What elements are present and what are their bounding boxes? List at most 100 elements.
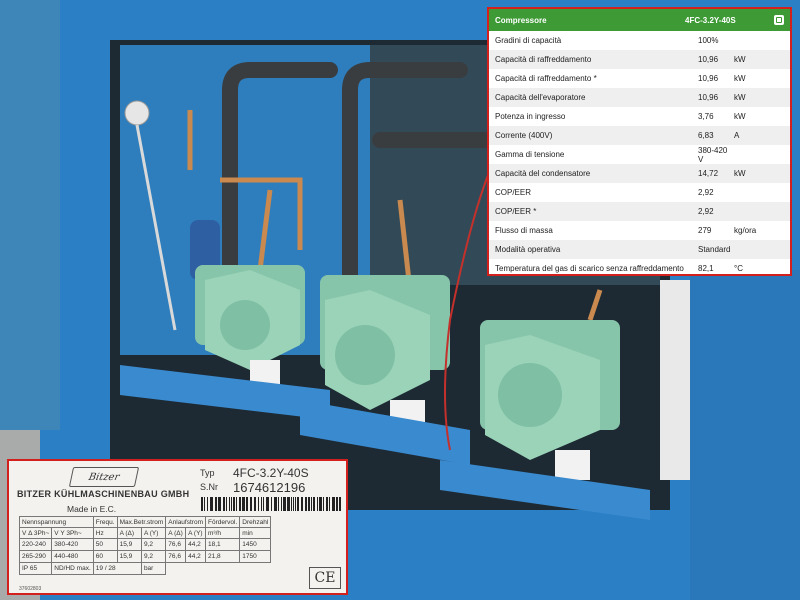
barcode-bar — [291, 497, 292, 511]
table-cell: 60 — [92, 550, 118, 563]
hdr-frequ: Frequ. — [92, 516, 118, 528]
nameplate: Bitzer BITZER KÜHLMASCHINENBAU GMBH Made… — [7, 459, 348, 595]
spec-row: COP/EER * 2,92 — [489, 202, 790, 221]
barcode-bar — [278, 497, 279, 511]
pressure-label: ND/HD max. — [51, 562, 94, 575]
serial-value: 1674612196 — [233, 480, 306, 495]
table-cell: 21,8 — [204, 550, 241, 563]
table-cell: 9,2 — [140, 538, 167, 551]
barcode-bar — [226, 497, 227, 511]
spec-row-label: Potenza in ingresso — [495, 112, 566, 121]
spec-header-title: Compressore — [495, 15, 547, 25]
barcode-bar — [329, 497, 330, 511]
spec-header: Compressore 4FC-3.2Y-40S — [489, 9, 790, 31]
barcode-bar — [263, 497, 264, 511]
barcode-bar — [283, 497, 286, 511]
barcode-bar — [293, 497, 294, 511]
spec-table: Compressore 4FC-3.2Y-40S Gradini di capa… — [487, 7, 792, 276]
barcode-bar — [233, 497, 235, 511]
spec-row-value: 2,92 — [698, 207, 714, 216]
barcode-bar — [266, 497, 269, 511]
spec-row: Gamma di tensione 380-420 V — [489, 145, 790, 164]
barcode-bar — [231, 497, 232, 511]
barcode-bar — [287, 497, 290, 511]
spec-row-unit: kg/ora — [734, 226, 757, 235]
typ-label: Typ — [200, 468, 215, 478]
spec-row-label: Capacità dell'evaporatore — [495, 93, 586, 102]
hdr-nennspannung: Nennspannung — [19, 516, 94, 528]
hdr-max-strom: Max.Betr.strom — [116, 516, 167, 528]
hdr2-v-y: V Y 3Ph~ — [51, 527, 94, 539]
barcode-bar — [332, 497, 335, 511]
barcode-bar — [204, 497, 205, 511]
spec-row-value: 100% — [698, 36, 719, 45]
spec-row-unit: A — [734, 131, 740, 140]
barcode-bar — [207, 497, 208, 511]
barcode-bar — [271, 497, 272, 511]
hdr2-a-delta-2: A (Δ) — [165, 527, 187, 539]
spec-row-unit: kW — [734, 93, 746, 102]
serial-label: S.Nr — [200, 482, 218, 492]
table-cell: 15,9 — [116, 538, 142, 551]
spec-row: Corrente (400V) 6,83 A — [489, 126, 790, 145]
table-cell: 1450 — [239, 538, 272, 551]
table-cell: 76,6 — [165, 550, 187, 563]
gauge — [124, 100, 150, 126]
barcode-bar — [305, 497, 307, 511]
nameplate-table: Nennspannung Frequ. Max.Betr.strom Anlau… — [18, 516, 272, 575]
barcode-bar — [223, 497, 225, 511]
spec-row-label: Gradini di capacità — [495, 36, 562, 45]
spec-row-value: 10,96 — [698, 93, 719, 102]
spec-row: COP/EER 2,92 — [489, 183, 790, 202]
table-cell: 9,2 — [140, 550, 167, 563]
typ-value: 4FC-3.2Y-40S — [233, 466, 309, 480]
spec-row-label: Capacità di raffreddamento * — [495, 74, 597, 83]
hdr2-min: min — [239, 527, 272, 539]
barcode-bar — [336, 497, 338, 511]
table-cell: 380-420 — [51, 538, 94, 551]
spec-row-label: Capacità di raffreddamento — [495, 55, 592, 64]
table-cell: 1750 — [239, 550, 272, 563]
spec-row-label: COP/EER * — [495, 207, 537, 216]
spec-row-value: 279 — [698, 226, 712, 235]
spec-row-unit: kW — [734, 169, 746, 178]
barcode-bar — [301, 497, 303, 511]
barcode-bar — [319, 497, 322, 511]
table-cell: 44,2 — [185, 538, 206, 551]
hdr2-hz: Hz — [92, 527, 118, 539]
barcode-bar — [218, 497, 221, 511]
spec-row: Temperatura del gas di scarico senza raf… — [489, 259, 790, 278]
spec-row: Capacità di raffreddamento 10,96 kW — [489, 50, 790, 69]
hdr2-a-y: A (Y) — [140, 527, 167, 539]
barcode-bar — [313, 497, 315, 511]
barcode-bar — [246, 497, 248, 511]
table-cell: 440-480 — [51, 550, 94, 563]
spec-row-value: 2,92 — [698, 188, 714, 197]
table-row: 265-290 440-480 60 15,9 9,2 76,6 44,2 21… — [18, 550, 272, 563]
barcode-bar — [308, 497, 310, 511]
hdr2-m3h: m³/h — [204, 527, 241, 539]
spec-row: Modalità operativa Standard — [489, 240, 790, 259]
ce-mark: CE — [309, 567, 341, 589]
spec-row-label: Flusso di massa — [495, 226, 553, 235]
table-cell: 50 — [92, 538, 118, 551]
spec-row-unit: kW — [734, 112, 746, 121]
barcode-bar — [323, 497, 324, 511]
barcode-bar — [295, 497, 296, 511]
barcode-bar — [274, 497, 277, 511]
barcode-bar — [317, 497, 318, 511]
spec-row-label: Modalità operativa — [495, 245, 561, 254]
barcode-bar — [236, 497, 237, 511]
spec-row-unit: °C — [734, 264, 743, 273]
spec-row-label: Corrente (400V) — [495, 131, 553, 140]
spec-row-label: Temperatura del gas di scarico senza raf… — [495, 264, 684, 273]
spec-row-value: Standard — [698, 245, 731, 254]
hdr2-a-delta: A (Δ) — [116, 527, 142, 539]
table-cell: 15,9 — [116, 550, 142, 563]
barcode-bar — [281, 497, 282, 511]
spec-row-value: 3,76 — [698, 112, 714, 121]
square-icon — [774, 15, 784, 25]
spec-row-value: 6,83 — [698, 131, 714, 140]
barcode-bar — [326, 497, 328, 511]
spec-row: Capacità del condensatore 14,72 kW — [489, 164, 790, 183]
